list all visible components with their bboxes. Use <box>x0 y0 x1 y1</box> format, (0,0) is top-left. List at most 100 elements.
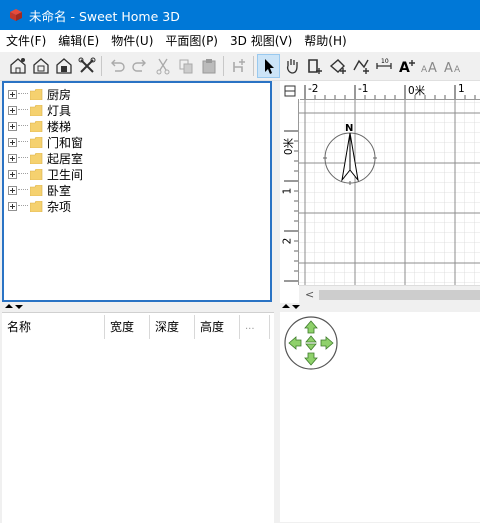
folder-icon <box>30 168 43 180</box>
toolbar-separator <box>101 56 102 76</box>
menu-furniture[interactable]: 物件(U) <box>105 30 159 52</box>
sweet-home-3d-app-icon <box>10 9 22 21</box>
compass-north-label: N <box>345 123 353 134</box>
create-polylines-icon <box>352 59 369 74</box>
expand-icon[interactable] <box>8 89 17 99</box>
decrease-text-size-button[interactable]: AA <box>441 54 464 78</box>
plan-grid[interactable]: N <box>299 100 480 285</box>
create-walls-icon <box>307 59 322 74</box>
navigation-arrows-icon[interactable] <box>284 316 338 370</box>
ruler-ticks <box>304 85 476 99</box>
collapse-up-icon[interactable] <box>282 304 290 308</box>
collapse-up-icon[interactable] <box>5 304 13 308</box>
paste-button[interactable] <box>197 54 220 78</box>
redo-button[interactable] <box>128 54 151 78</box>
plan-horizontal-scrollbar[interactable]: < <box>299 285 480 303</box>
expand-icon[interactable] <box>8 153 17 163</box>
svg-text:A: A <box>428 61 437 76</box>
vertical-ruler: 0米 1 2 <box>281 99 299 285</box>
toolbar-separator <box>223 56 224 76</box>
save-button[interactable] <box>52 54 75 78</box>
ruler-label: -2 <box>308 83 319 95</box>
folder-icon <box>30 120 43 132</box>
column-header-more[interactable]: ... <box>240 315 270 339</box>
plan-view[interactable]: -2 -1 0米 1 0米 1 2 N < <box>280 81 480 303</box>
menu-plan[interactable]: 平面图(P) <box>159 30 224 52</box>
left-horizontal-splitter[interactable] <box>0 302 276 311</box>
tree-connector <box>18 205 28 207</box>
catalog-category[interactable]: 灯具 <box>8 102 71 118</box>
right-horizontal-splitter[interactable] <box>280 302 480 311</box>
ruler-label: 0米 <box>408 85 426 97</box>
catalog-category[interactable]: 门和窗 <box>8 134 83 150</box>
expand-icon[interactable] <box>8 137 17 147</box>
open-button[interactable] <box>29 54 52 78</box>
create-rooms-button[interactable] <box>326 54 349 78</box>
copy-button[interactable] <box>174 54 197 78</box>
select-mode-button[interactable] <box>257 54 280 78</box>
catalog-category[interactable]: 卫生间 <box>8 166 83 182</box>
paste-icon <box>202 59 215 74</box>
column-header-name[interactable]: 名称 <box>2 315 105 339</box>
undo-button[interactable] <box>105 54 128 78</box>
furniture-catalog-tree[interactable]: 厨房 灯具 楼梯 门和窗 起居室 卫生间 卧室 杂项 <box>2 81 272 302</box>
tree-connector <box>18 141 28 143</box>
menu-bar: 文件(F) 编辑(E) 物件(U) 平面图(P) 3D 视图(V) 帮助(H) <box>0 30 480 52</box>
catalog-category[interactable]: 卧室 <box>8 182 71 198</box>
catalog-category[interactable]: 楼梯 <box>8 118 71 134</box>
tree-connector <box>18 189 28 191</box>
increase-text-size-button[interactable]: AA <box>418 54 441 78</box>
expand-icon[interactable] <box>8 201 17 211</box>
title-bar: 未命名 - Sweet Home 3D <box>0 0 480 30</box>
expand-icon[interactable] <box>8 121 17 131</box>
add-furniture-icon <box>232 59 245 72</box>
catalog-category[interactable]: 厨房 <box>8 86 71 102</box>
new-home-icon <box>9 58 26 74</box>
catalog-category[interactable]: 杂项 <box>8 198 71 214</box>
preferences-icon <box>78 57 95 73</box>
scroll-thumb[interactable] <box>319 290 480 300</box>
menu-3d-view[interactable]: 3D 视图(V) <box>224 30 298 52</box>
horizontal-ruler: -2 -1 0米 1 <box>300 83 480 100</box>
furniture-table[interactable]: 名称 宽度 深度 高度 ... <box>2 312 274 523</box>
menu-edit[interactable]: 编辑(E) <box>52 30 105 52</box>
toolbar-separator <box>253 56 254 76</box>
save-icon <box>55 58 72 74</box>
scroll-left-icon[interactable]: < <box>305 288 314 301</box>
decrease-text-size-icon: AA <box>444 61 461 76</box>
category-label: 卫生间 <box>47 167 84 182</box>
create-walls-button[interactable] <box>303 54 326 78</box>
undo-icon <box>110 59 125 72</box>
window-title: 未命名 - Sweet Home 3D <box>29 8 180 24</box>
expand-icon[interactable] <box>8 169 17 179</box>
pan-mode-button[interactable] <box>280 54 303 78</box>
svg-text:A: A <box>399 60 410 76</box>
menu-file[interactable]: 文件(F) <box>0 30 52 52</box>
add-text-button[interactable]: A <box>395 54 418 78</box>
collapse-down-icon[interactable] <box>292 305 300 309</box>
expand-icon[interactable] <box>8 105 17 115</box>
column-header-depth[interactable]: 深度 <box>150 315 195 339</box>
folder-icon <box>30 200 43 212</box>
preferences-button[interactable] <box>75 54 98 78</box>
expand-icon[interactable] <box>8 185 17 195</box>
cut-button[interactable] <box>151 54 174 78</box>
create-dimensions-button[interactable]: 10 <box>372 54 395 78</box>
collapse-down-icon[interactable] <box>15 305 23 309</box>
add-furniture-button[interactable] <box>227 54 250 78</box>
column-header-height[interactable]: 高度 <box>195 315 240 339</box>
svg-text:A: A <box>454 65 461 75</box>
toolbar: 10 A AA AA <box>0 52 480 81</box>
column-header-width[interactable]: 宽度 <box>105 315 150 339</box>
increase-text-size-icon: AA <box>421 61 437 76</box>
menu-help[interactable]: 帮助(H) <box>298 30 352 52</box>
new-home-button[interactable] <box>6 54 29 78</box>
tree-connector <box>18 125 28 127</box>
create-polylines-button[interactable] <box>349 54 372 78</box>
3d-view[interactable] <box>280 312 480 522</box>
redo-icon <box>131 59 146 72</box>
folder-icon <box>30 184 43 196</box>
tree-connector <box>18 109 28 111</box>
catalog-category[interactable]: 起居室 <box>8 150 83 166</box>
svg-text:A: A <box>444 61 453 76</box>
